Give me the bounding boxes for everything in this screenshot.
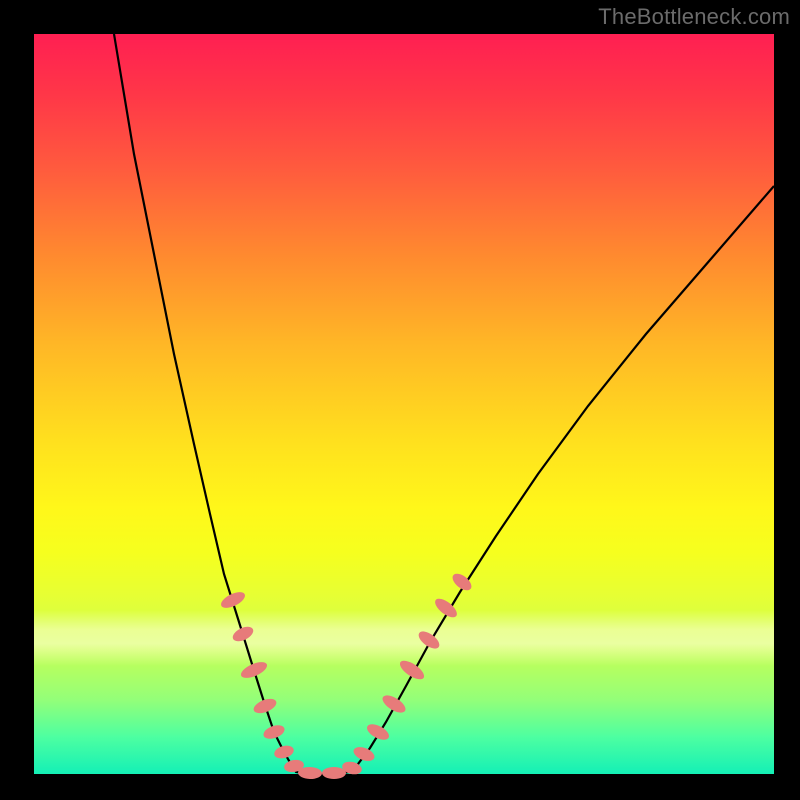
data-marker xyxy=(273,743,296,760)
chart-frame: TheBottleneck.com xyxy=(0,0,800,800)
plot-area xyxy=(34,34,774,774)
data-marker xyxy=(365,721,392,743)
data-marker xyxy=(230,624,255,644)
data-marker xyxy=(262,723,287,742)
data-marker xyxy=(352,744,377,763)
data-marker xyxy=(219,589,248,611)
data-marker xyxy=(322,767,346,779)
bottleneck-curve xyxy=(114,34,774,774)
watermark-text: TheBottleneck.com xyxy=(598,4,790,30)
data-marker xyxy=(416,628,442,652)
data-marker xyxy=(380,692,408,716)
marker-group xyxy=(219,570,475,779)
data-marker xyxy=(252,696,279,716)
data-marker xyxy=(239,659,269,681)
curve-svg xyxy=(34,34,774,774)
data-marker xyxy=(397,657,427,683)
